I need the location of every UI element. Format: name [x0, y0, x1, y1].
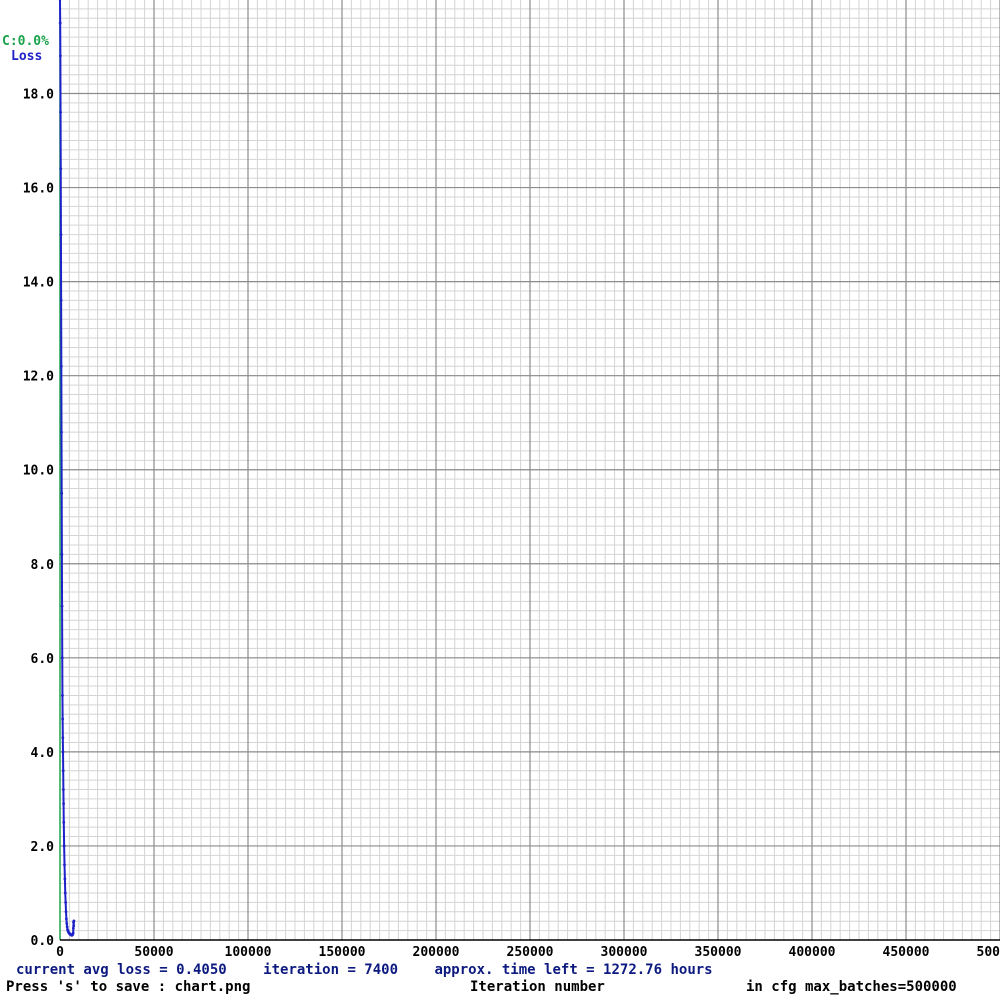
- loss-point: [61, 788, 65, 791]
- x-tick-label: 300000: [601, 945, 648, 960]
- training-status: current avg loss = 0.4050 iteration = 74…: [16, 962, 741, 978]
- loss-point: [64, 917, 68, 921]
- max-batches-readout: in cfg max_batches=500000: [746, 979, 957, 995]
- loss-point: [62, 802, 65, 806]
- loss-point: [63, 877, 67, 881]
- loss-point: [60, 430, 63, 434]
- loss-point: [61, 736, 65, 740]
- loss-point: [58, 54, 62, 58]
- x-tick-label: 400000: [789, 945, 836, 960]
- loss-point: [59, 364, 63, 368]
- loss-point: [72, 924, 76, 928]
- loss-point: [62, 844, 66, 848]
- y-tick-label: 16.0: [23, 182, 54, 197]
- y-tick-label: 10.0: [23, 464, 54, 479]
- loss-point: [71, 926, 75, 930]
- loss-point: [61, 717, 65, 721]
- loss-chart: 0.0 2.0 4.0 6.0 8.0 10.0 12.0 14.0 16.0 18.0 0 500…: [23, 0, 1000, 960]
- loss-point: [61, 769, 65, 773]
- x-tick-label: 450000: [883, 945, 930, 960]
- loss-point: [65, 922, 69, 925]
- loss-point: [62, 821, 66, 824]
- loss-point: [61, 694, 64, 697]
- y-tick-label: 18.0: [23, 88, 54, 103]
- x-tick-label: 50000: [134, 945, 173, 960]
- loss-point: [59, 233, 63, 236]
- x-tick-label: 200000: [413, 945, 460, 960]
- loss-point: [59, 167, 63, 171]
- y-tick-label: 14.0: [23, 276, 54, 291]
- x-tick-label: 100000: [225, 945, 272, 960]
- y-tick-label: 4.0: [31, 746, 55, 761]
- x-axis-label: Iteration number: [470, 979, 605, 995]
- loss-point: [60, 552, 64, 556]
- x-tick-label: 0: [56, 945, 64, 960]
- loss-point: [60, 604, 64, 608]
- map-legend-label: C:0.0%: [2, 34, 49, 49]
- loss-point: [63, 891, 67, 895]
- y-tick-label: 0.0: [31, 934, 55, 949]
- save-hint: Press 's' to save : chart.png: [6, 979, 251, 995]
- loss-point: [59, 110, 62, 114]
- y-tick-label: 12.0: [23, 370, 54, 385]
- x-tick-label: 350000: [695, 945, 742, 960]
- loss-point: [71, 931, 75, 935]
- loss-point: [64, 910, 68, 914]
- y-tick-labels: 0.0 2.0 4.0 6.0 8.0 10.0 12.0 14.0 16.0 18.0: [23, 88, 54, 950]
- y-tick-label: 6.0: [31, 652, 55, 667]
- iteration-readout: iteration = 7400: [263, 962, 399, 978]
- loss-legend-label: Loss: [11, 49, 43, 64]
- loss-point: [60, 656, 64, 660]
- x-tick-label: 250000: [507, 945, 554, 960]
- chart-window: 0.0 2.0 4.0 6.0 8.0 10.0 12.0 14.0 16.0 18.0 0 500…: [0, 0, 1000, 1000]
- time-left-readout: approx. time left = 1272.76 hours: [434, 962, 713, 978]
- y-tick-label: 8.0: [31, 558, 55, 573]
- avg-loss-readout: current avg loss = 0.4050: [16, 962, 227, 978]
- y-tick-label: 2.0: [31, 840, 55, 855]
- loss-point: [60, 491, 64, 495]
- loss-point: [65, 925, 69, 929]
- loss-point: [58, 21, 62, 25]
- loss-point: [61, 750, 65, 754]
- loss-point: [63, 863, 66, 867]
- x-tick-labels: 0 50000 100000 150000 200000 250000 300000 3500…: [56, 945, 1000, 960]
- loss-point: [59, 299, 63, 302]
- loss-point: [72, 919, 76, 923]
- x-tick-label: 150000: [319, 945, 366, 960]
- x-tick-label: 500000: [977, 945, 1000, 960]
- loss-point: [64, 900, 68, 904]
